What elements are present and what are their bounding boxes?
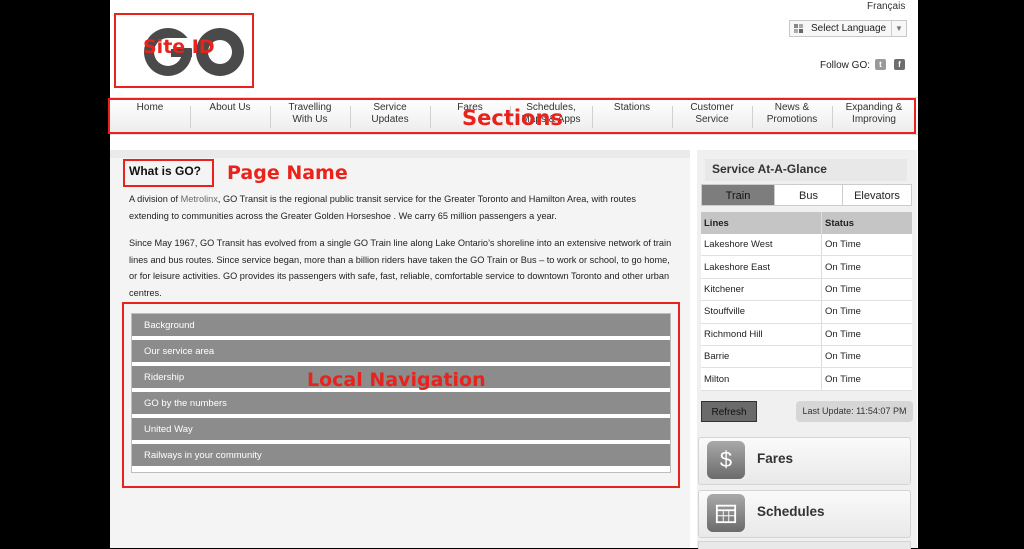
table-row: Richmond Hill On Time xyxy=(701,323,912,346)
intro-paragraph: A division of Metrolinx, GO Transit is t… xyxy=(129,194,636,221)
language-select[interactable]: Select Language ▼ xyxy=(789,20,907,37)
table-row: Milton On Time xyxy=(701,367,912,391)
tab-train[interactable]: Train xyxy=(701,184,775,206)
quick-link-fares[interactable]: $ Fares xyxy=(698,437,911,485)
line-status: On Time xyxy=(821,255,912,279)
metrolinx-link[interactable]: Metrolinx xyxy=(181,194,218,204)
column-header-lines: Lines xyxy=(701,212,822,234)
annotation-sections-label: Sections xyxy=(462,106,563,130)
annotation-local-navigation-box xyxy=(122,302,680,488)
table-header-row: Lines Status xyxy=(701,212,912,234)
table-row: Stouffville On Time xyxy=(701,300,912,324)
last-update-label: Last Update: 11:54:07 PM xyxy=(796,401,913,422)
line-status: On Time xyxy=(821,300,912,324)
line-status: On Time xyxy=(821,323,912,346)
chevron-down-icon: ▼ xyxy=(891,21,906,36)
table-row: Barrie On Time xyxy=(701,345,912,369)
table-row: Kitchener On Time xyxy=(701,278,912,302)
quick-link-label: Schedules xyxy=(757,504,825,519)
annotation-site-id-label: Site ID xyxy=(143,36,215,58)
dollar-icon: $ xyxy=(707,441,745,479)
line-status: On Time xyxy=(821,367,912,391)
line-status: On Time xyxy=(821,345,912,369)
calendar-icon xyxy=(707,494,745,532)
tab-elevators[interactable]: Elevators xyxy=(842,184,912,206)
line-status: On Time xyxy=(821,234,912,257)
tab-bus[interactable]: Bus xyxy=(774,184,843,206)
annotation-page-name-box xyxy=(123,159,214,187)
quick-link-schedules[interactable]: Schedules xyxy=(698,490,911,538)
line-name: Lakeshore West xyxy=(701,234,822,257)
line-name: Kitchener xyxy=(701,278,822,302)
google-translate-icon xyxy=(794,24,803,33)
line-name: Stouffville xyxy=(701,300,822,324)
service-glance-title: Service At-A-Glance xyxy=(705,159,907,181)
table-row: Lakeshore East On Time xyxy=(701,255,912,279)
history-paragraph: Since May 1967, GO Transit has evolved f… xyxy=(129,238,672,298)
refresh-button[interactable]: Refresh xyxy=(701,401,757,422)
twitter-icon[interactable]: t xyxy=(875,59,886,70)
line-name: Lakeshore East xyxy=(701,255,822,279)
line-status: On Time xyxy=(821,278,912,302)
language-link[interactable]: Français xyxy=(867,1,905,12)
language-select-value: Select Language xyxy=(811,23,887,34)
quick-link-label: Fares xyxy=(757,451,794,466)
table-row: Lakeshore West On Time xyxy=(701,234,912,257)
column-header-status: Status xyxy=(821,212,912,234)
line-name: Richmond Hill xyxy=(701,323,822,346)
service-status-table: Lines Status Lakeshore West On Time Lakes… xyxy=(701,212,912,391)
annotation-page-name-label: Page Name xyxy=(227,162,348,184)
annotation-local-navigation-label: Local Navigation xyxy=(307,369,486,391)
facebook-icon[interactable]: f xyxy=(894,59,905,70)
page: Français Select Language ▼ Follow GO: t … xyxy=(108,0,918,549)
follow-label: Follow GO: xyxy=(820,60,871,71)
line-name: Milton xyxy=(701,367,822,391)
line-name: Barrie xyxy=(701,345,822,369)
